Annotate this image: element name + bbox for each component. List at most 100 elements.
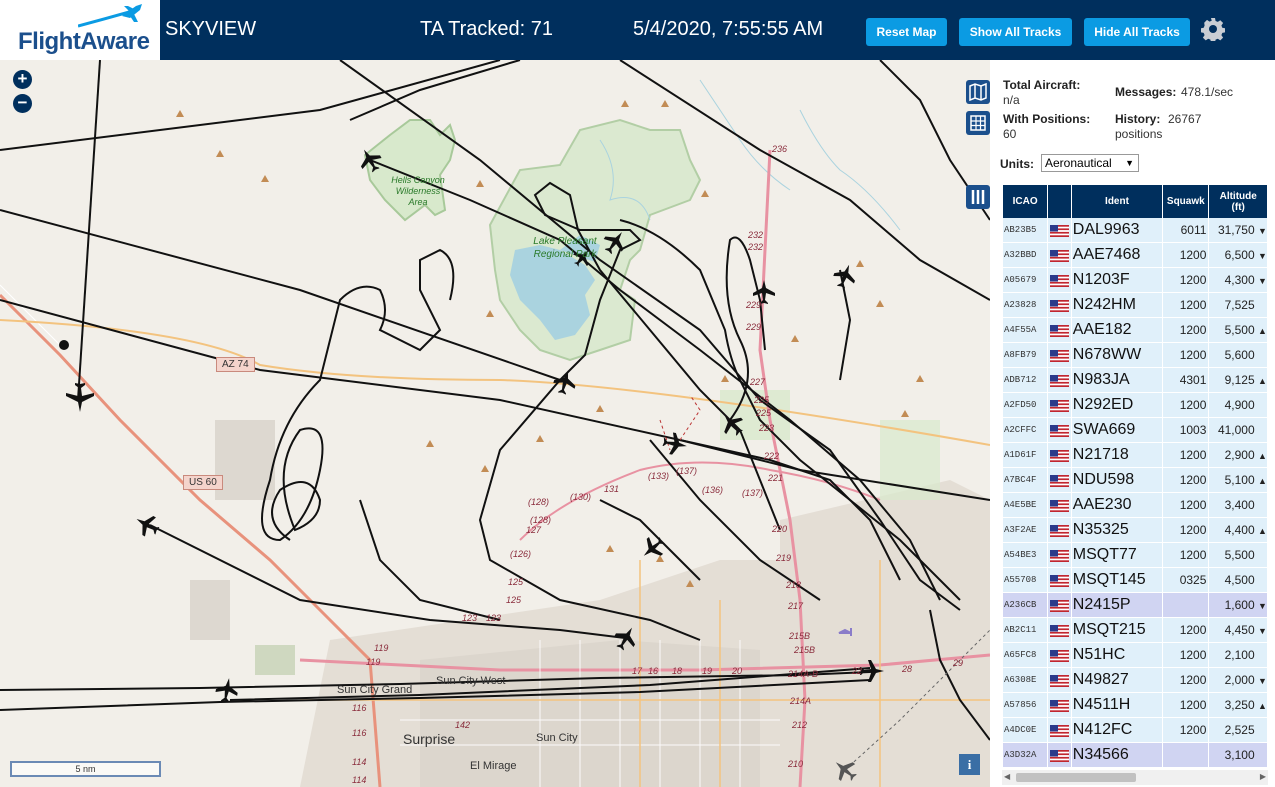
road-number-label: (128) (528, 497, 550, 507)
units-selected-value: Aeronautical (1045, 156, 1112, 170)
altitude-trend-icon: ▲ (1258, 526, 1267, 536)
road-number-label: (137) (676, 466, 698, 476)
squawk-cell (1163, 593, 1209, 618)
road-number-label: 229 (746, 300, 762, 310)
table-row[interactable]: A236CB N2415P 1,600 ▼ (1003, 593, 1267, 618)
scroll-right-icon[interactable]: ▶ (1260, 772, 1266, 781)
table-header-row: ICAO Ident Squawk Altitude (ft) (1003, 185, 1267, 218)
table-row[interactable]: A3D32A N34566 3,100 (1003, 743, 1267, 768)
table-row[interactable]: A54BE3 MSQT77 1200 5,500 (1003, 543, 1267, 568)
us-flag-icon (1048, 268, 1071, 293)
columns-toggle-icon[interactable] (966, 185, 990, 209)
ident-cell: N21718 (1071, 443, 1163, 468)
road-number-label: 212 (792, 720, 808, 730)
zoom-in-button[interactable]: + (13, 70, 32, 89)
squawk-cell: 0325 (1163, 568, 1209, 593)
place-label-surprise: Surprise (403, 731, 456, 747)
units-select[interactable]: Aeronautical ▼ (1041, 154, 1139, 172)
icao-cell: A57856 (1003, 693, 1048, 718)
ident-cell: NDU598 (1071, 468, 1163, 493)
column-header-squawk[interactable]: Squawk (1163, 185, 1209, 218)
gear-icon[interactable] (1201, 17, 1225, 41)
table-row[interactable]: A05679 N1203F 1200 4,300 ▼ (1003, 268, 1267, 293)
squawk-cell: 1200 (1163, 243, 1209, 268)
table-row[interactable]: A23828 N242HM 1200 7,525 (1003, 293, 1267, 318)
altitude-cell: 6,500 ▼ (1209, 243, 1267, 268)
altitude-value: 4,450 (1224, 623, 1255, 637)
place-label-sun-city-west: Sun City West (436, 675, 506, 687)
aircraft-table[interactable]: ICAO Ident Squawk Altitude (ft) AB23B5 DA… (1002, 185, 1268, 770)
table-row[interactable]: AB23B5 DAL9963 6011 31,750 ▼ (1003, 218, 1267, 243)
ident-cell: AAE182 (1071, 318, 1163, 343)
table-row[interactable]: A65FC8 N51HC 1200 2,100 (1003, 643, 1267, 668)
squawk-cell: 1200 (1163, 443, 1209, 468)
table-row[interactable]: A4E5BE AAE230 1200 3,400 (1003, 493, 1267, 518)
column-header-icao[interactable]: ICAO (1003, 185, 1048, 218)
column-header-altitude[interactable]: Altitude (ft) (1209, 185, 1267, 218)
flightaware-logo[interactable]: FlightAware (0, 0, 160, 60)
grid-icon[interactable] (966, 111, 990, 135)
icao-cell: A4E5BE (1003, 493, 1048, 518)
road-number-label: 215B (794, 645, 816, 655)
squawk-cell: 1200 (1163, 643, 1209, 668)
table-row[interactable]: A57856 N4511H 1200 3,250 ▲ (1003, 693, 1267, 718)
altitude-cell: 3,100 (1209, 743, 1267, 768)
place-label-sun-city: Sun City (536, 732, 578, 744)
icao-cell: A05679 (1003, 268, 1048, 293)
squawk-cell: 1200 (1163, 343, 1209, 368)
map-layers-icon[interactable] (966, 80, 990, 104)
ident-cell: N4511H (1071, 693, 1163, 718)
table-row[interactable]: A7BC4F NDU598 1200 5,100 ▲ (1003, 468, 1267, 493)
zoom-out-button[interactable]: − (13, 94, 32, 113)
table-row[interactable]: A4DC0E N412FC 1200 2,525 (1003, 718, 1267, 743)
table-row[interactable]: A32BBD AAE7468 1200 6,500 ▼ (1003, 243, 1267, 268)
us-flag-icon (1048, 568, 1071, 593)
us-flag-icon (1048, 593, 1071, 618)
top-bar: FlightAware SKYVIEW TA Tracked: 71 5/4/2… (0, 0, 1275, 60)
table-row[interactable]: AB2C11 MSQT215 1200 4,450 ▼ (1003, 618, 1267, 643)
total-aircraft-label: Total Aircraft: (1003, 78, 1081, 92)
road-number-label: 123 (486, 613, 502, 623)
road-number-label: 214A-B (788, 669, 819, 679)
us-flag-icon (1048, 318, 1071, 343)
table-row[interactable]: A6308E N49827 1200 2,000 ▼ (1003, 668, 1267, 693)
column-header-flag[interactable] (1048, 185, 1071, 218)
column-header-ident[interactable]: Ident (1071, 185, 1163, 218)
table-row[interactable]: A2FD50 N292ED 1200 4,900 (1003, 393, 1267, 418)
altitude-cell: 4,400 ▲ (1209, 518, 1267, 543)
icao-cell: A54BE3 (1003, 543, 1048, 568)
table-row[interactable]: A55708 MSQT145 0325 4,500 (1003, 568, 1267, 593)
road-number-label: 232 (748, 242, 764, 252)
altitude-trend-icon: ▼ (1258, 601, 1267, 611)
road-number-label: 227 (750, 377, 766, 387)
ident-cell: SWA669 (1071, 418, 1163, 443)
altitude-trend-icon: ▲ (1258, 376, 1267, 386)
scrollbar-thumb[interactable] (1016, 773, 1136, 782)
altitude-cell: 31,750 ▼ (1209, 218, 1267, 243)
ta-tracked-count: TA Tracked: 71 (420, 18, 554, 40)
table-row[interactable]: A4F55A AAE182 1200 5,500 ▲ (1003, 318, 1267, 343)
hide-all-tracks-button[interactable]: Hide All Tracks (1084, 18, 1190, 46)
show-all-tracks-button[interactable]: Show All Tracks (959, 18, 1072, 46)
table-row[interactable]: A1D61F N21718 1200 2,900 ▲ (1003, 443, 1267, 468)
table-row[interactable]: A8FB79 N678WW 1200 5,600 (1003, 343, 1267, 368)
table-row[interactable]: A3F2AE N35325 1200 4,400 ▲ (1003, 518, 1267, 543)
altitude-cell: 4,900 (1209, 393, 1267, 418)
info-button[interactable]: i (959, 754, 980, 775)
road-number-label: 221 (768, 473, 784, 483)
map-view[interactable]: + − AZ 74 US 60 Hells Canyon Wilderness … (0, 60, 990, 787)
road-number-label: 218 (786, 580, 802, 590)
altitude-value: 3,250 (1224, 698, 1255, 712)
ident-cell: DAL9963 (1071, 218, 1163, 243)
us-flag-icon (1048, 618, 1071, 643)
scroll-left-icon[interactable]: ◀ (1004, 772, 1010, 781)
altitude-trend-icon: ▼ (1258, 226, 1267, 236)
reset-map-button[interactable]: Reset Map (866, 18, 947, 46)
squawk-cell: 1200 (1163, 293, 1209, 318)
altitude-trend-icon: ▲ (1258, 451, 1267, 461)
table-row[interactable]: A2CFFC SWA669 1003 41,000 (1003, 418, 1267, 443)
us-flag-icon (1048, 493, 1071, 518)
ident-cell: N983JA (1071, 368, 1163, 393)
horizontal-scrollbar[interactable]: ◀ ▶ (1002, 770, 1268, 785)
table-row[interactable]: ADB712 N983JA 4301 9,125 ▲ (1003, 368, 1267, 393)
